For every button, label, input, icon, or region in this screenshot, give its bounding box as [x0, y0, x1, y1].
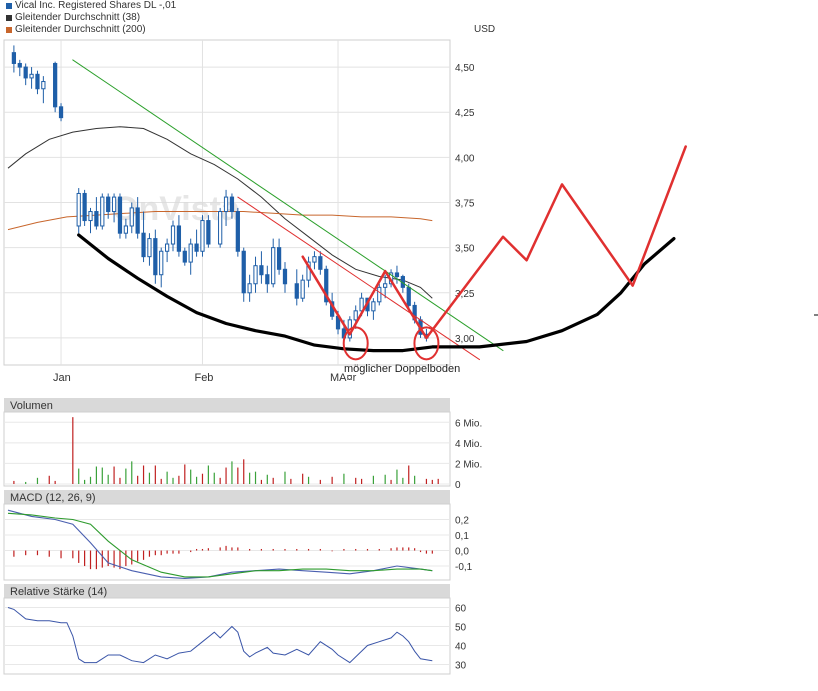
candle-body — [353, 310, 358, 321]
macd-y-tick-label: 0,0 — [455, 547, 469, 558]
candle-body — [229, 196, 235, 213]
candle-body — [200, 220, 205, 252]
candle-body — [371, 301, 376, 312]
candle-body — [377, 286, 382, 303]
rsi-y-tick-label: 40 — [455, 642, 467, 653]
candle-body — [194, 243, 199, 252]
candle-body — [170, 225, 176, 245]
rsi-y-tick-label: 50 — [455, 623, 467, 634]
candle-body — [147, 238, 152, 258]
candle-body — [35, 73, 40, 90]
price-y-tick-label: 3,50 — [455, 244, 475, 255]
candle-body — [188, 243, 193, 263]
macd-title: MACD (12, 26, 9) — [10, 492, 96, 504]
macd-y-tick-label: 0,2 — [455, 516, 469, 527]
rsi-plot-area — [3, 597, 451, 675]
price-y-tick-label: 3,75 — [455, 199, 475, 210]
candle-body — [100, 196, 105, 227]
candle-body — [300, 279, 305, 299]
candle-body — [129, 207, 134, 227]
candle-body — [164, 243, 170, 252]
candle-body — [11, 52, 17, 64]
candle-body — [182, 250, 187, 263]
chart-root: Vical Inc. Registered Shares DL -,01 Gle… — [0, 0, 818, 691]
volume-y-tick-label: 0 — [455, 480, 461, 491]
candle-body — [41, 81, 46, 90]
macd-y-tick-label: -0,1 — [455, 562, 473, 573]
rsi-y-tick-label: 30 — [455, 661, 467, 672]
price-y-tick-label: 4,25 — [455, 108, 475, 119]
rsi-y-tick-label: 60 — [455, 604, 467, 615]
candle-body — [141, 232, 146, 258]
candle-body — [88, 211, 93, 222]
candle-body — [223, 196, 229, 213]
price-y-tick-label: 3,00 — [455, 334, 475, 345]
candle-body — [94, 211, 99, 227]
candle-body — [276, 247, 282, 270]
candle-body — [253, 265, 258, 285]
candle-body — [394, 272, 400, 278]
candle-body — [135, 207, 140, 234]
rsi-title: Relative Stärke (14) — [10, 586, 107, 598]
candle-body — [23, 66, 28, 79]
candle-body — [82, 192, 87, 222]
price-x-tick-label: Jan — [53, 372, 71, 384]
candle-body — [318, 256, 323, 270]
price-y-tick-label: 4,50 — [455, 63, 475, 74]
candle-body — [106, 196, 111, 213]
annotation-text: möglicher Doppelboden — [344, 363, 460, 375]
candle-body — [111, 196, 117, 213]
candle-body — [58, 106, 64, 119]
candle-body — [312, 256, 317, 263]
candle-body — [206, 220, 211, 245]
candle-body — [406, 286, 411, 306]
volume-title: Volumen — [10, 400, 53, 412]
candle-body — [247, 283, 252, 294]
volume-y-tick-label: 2 Mio. — [455, 459, 482, 470]
candle-body — [259, 265, 264, 276]
candle-body — [265, 274, 270, 285]
chart-svg: 4,504,254,003,753,503,253,00Jan Feb MA¤r O… — [3, 0, 818, 691]
candle-body — [176, 225, 182, 252]
candle-body — [383, 283, 388, 288]
candle-body — [159, 250, 164, 276]
right-canvas — [500, 0, 818, 691]
macd-y-tick-label: 0,1 — [455, 531, 469, 542]
candle-body — [17, 62, 22, 68]
candle-body — [294, 283, 299, 299]
candle-body — [117, 196, 123, 234]
candle-body — [123, 225, 128, 234]
volume-y-tick-label: 6 Mio. — [455, 418, 482, 429]
candle-body — [29, 73, 34, 79]
candle-body — [241, 250, 246, 294]
candle-body — [235, 211, 240, 252]
volume-plot-area — [3, 411, 451, 487]
candle-body — [271, 247, 276, 285]
candle-body — [218, 211, 223, 245]
candle-body — [53, 62, 58, 108]
candle-body — [76, 192, 81, 227]
volume-y-tick-label: 4 Mio. — [455, 439, 482, 450]
volume-header — [4, 398, 450, 412]
candle-body — [282, 268, 288, 285]
candle-body — [153, 238, 158, 276]
price-x-tick-label: Feb — [194, 372, 213, 384]
price-y-tick-label: 4,00 — [455, 153, 475, 164]
